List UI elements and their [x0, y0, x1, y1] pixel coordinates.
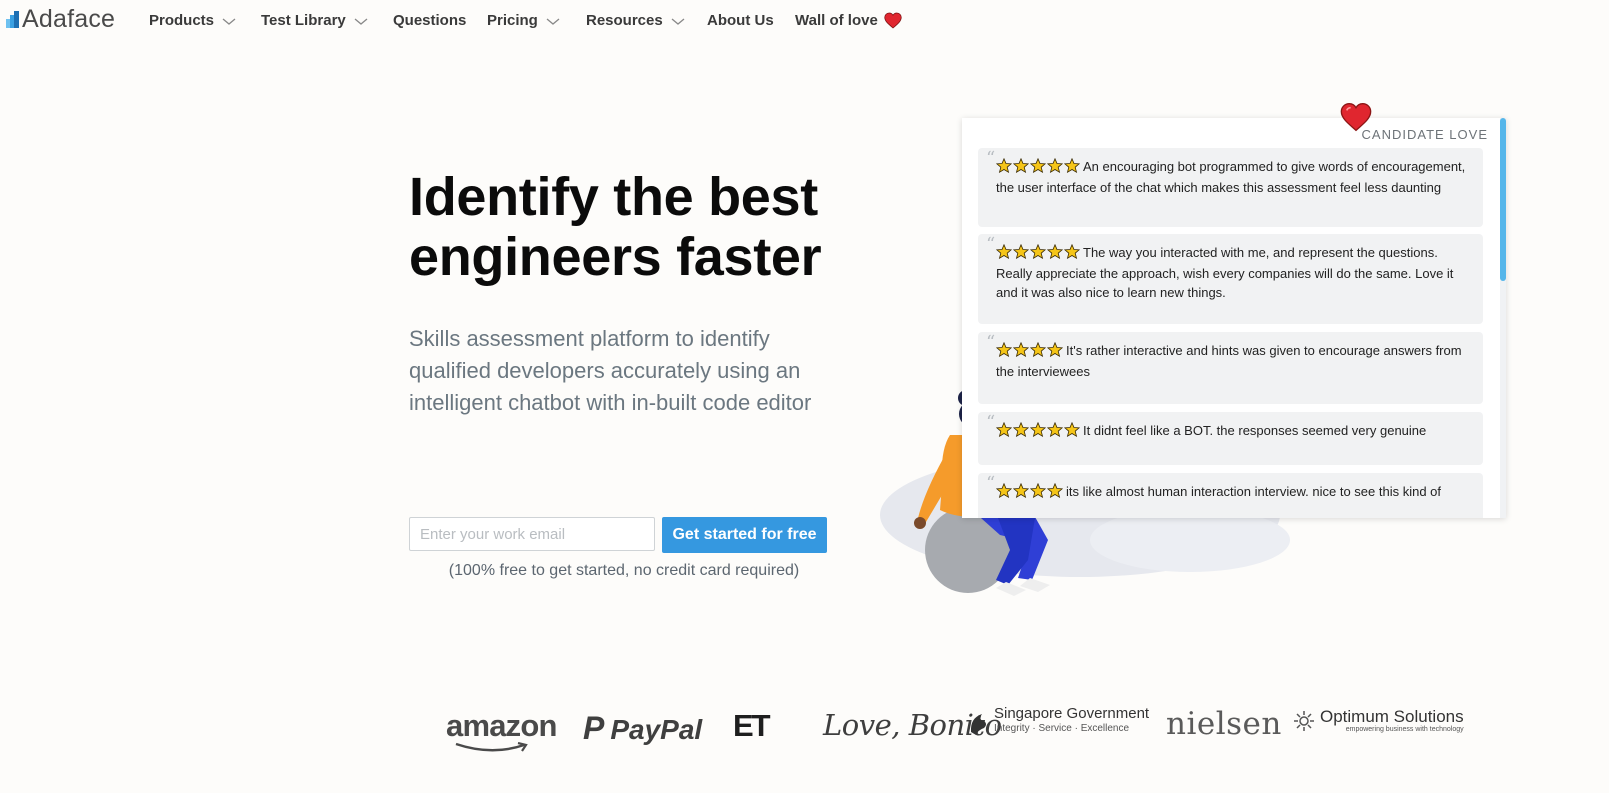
star-icon: [1012, 421, 1030, 438]
quote-icon: “: [986, 412, 996, 433]
hero-title: Identify the best engineers faster: [409, 167, 822, 287]
nav-about-us-label: About Us: [707, 12, 774, 29]
nav-test-library[interactable]: Test Library: [261, 12, 368, 29]
star-icon: [1029, 482, 1047, 499]
scrollbar-thumb[interactable]: [1500, 118, 1506, 281]
hero-subtitle: Skills assessment platform to identify q…: [409, 326, 812, 415]
optimum-name: Optimum Solutions: [1320, 707, 1464, 726]
amazon-logo-text: amazon: [446, 708, 557, 743]
amazon-logo: amazon: [446, 708, 557, 752]
star-icon: [1046, 341, 1064, 358]
star-icon: [1063, 157, 1081, 174]
star-icon: [1012, 341, 1030, 358]
star-icon: [995, 421, 1013, 438]
review-text: It's rather interactive and hints was gi…: [996, 343, 1462, 379]
nav-products-label: Products: [149, 12, 215, 29]
star-icon: [1012, 482, 1030, 499]
nielsen-logo-text: nielsen: [1166, 706, 1282, 742]
star-icon: [1012, 157, 1030, 174]
nav-resources-label: Resources: [586, 12, 663, 29]
adaface-logo[interactable]: Adaface: [6, 4, 116, 33]
star-icon: [995, 482, 1013, 499]
reviews-list[interactable]: “ An encouraging bot programmed to give …: [978, 148, 1483, 518]
heart-icon: [884, 12, 902, 29]
star-icon: [1046, 482, 1064, 499]
chevron-down-icon: [546, 18, 560, 25]
review-card: “ The way you interacted with me, and re…: [978, 234, 1483, 324]
star-icon: [1029, 157, 1047, 174]
nielsen-logo: nielsen: [1166, 706, 1282, 742]
star-icon: [1046, 243, 1064, 260]
star-icon: [1046, 421, 1064, 438]
paypal-logo: P PayPal: [583, 710, 702, 747]
optimum-solutions-logo: Optimum Solutions empowering business wi…: [1293, 708, 1464, 734]
work-email-input[interactable]: [409, 517, 655, 551]
nav-wall-of-love[interactable]: Wall of love: [795, 12, 902, 29]
quote-icon: “: [986, 473, 996, 494]
amazon-smile-icon: [455, 742, 528, 752]
singapore-government-logo: Singapore Government Integrity · Service…: [970, 706, 1149, 735]
review-card: “ its like almost human interaction inte…: [978, 473, 1483, 518]
star-icon: [1029, 421, 1047, 438]
nav-questions[interactable]: Questions: [393, 12, 466, 29]
star-icon: [1012, 243, 1030, 260]
star-icon: [1063, 421, 1081, 438]
et-logo-text: ET: [733, 708, 771, 743]
heart-icon: [1340, 102, 1372, 132]
review-card: “ It's rather interactive and hints was …: [978, 332, 1483, 404]
free-note: (100% free to get started, no credit car…: [448, 562, 800, 579]
chevron-down-icon: [671, 18, 685, 25]
star-icon: [995, 157, 1013, 174]
paypal-logo-text: PayPal: [610, 714, 703, 745]
star-icon: [1046, 157, 1064, 174]
lion-head-icon: [970, 714, 986, 735]
nav-about-us[interactable]: About Us: [707, 12, 774, 29]
nav-resources[interactable]: Resources: [586, 12, 685, 29]
four-star-rating-icon: [995, 341, 1064, 362]
sg-tagline: Integrity · Service · Excellence: [994, 723, 1130, 734]
top-navigation: Adaface Products Test Library Questions …: [0, 0, 1609, 44]
nav-products[interactable]: Products: [149, 12, 236, 29]
chevron-down-icon: [222, 18, 236, 25]
optimum-gear-icon: [1294, 711, 1314, 731]
review-card: “ An encouraging bot programmed to give …: [978, 148, 1483, 227]
quote-icon: “: [986, 234, 996, 255]
four-star-rating-icon: [995, 482, 1064, 503]
review-card: “ It didnt feel like a BOT. the response…: [978, 412, 1483, 465]
reviews-scrollbar[interactable]: [1500, 118, 1506, 518]
optimum-tagline: empowering business with technology: [1345, 726, 1464, 733]
logo-text: Adaface: [22, 4, 116, 33]
star-icon: [995, 341, 1013, 358]
five-star-rating-icon: [995, 157, 1081, 178]
get-started-button[interactable]: Get started for free: [662, 517, 827, 553]
client-logos: amazon P PayPal ET Love, Bonito Singapore…: [440, 700, 1464, 752]
quote-icon: “: [986, 148, 996, 169]
quote-icon: “: [986, 332, 996, 353]
paypal-p-icon: P: [583, 710, 605, 746]
nav-questions-label: Questions: [393, 12, 467, 29]
review-text: its like almost human interaction interv…: [1066, 484, 1442, 499]
candidate-love-label: CANDIDATE LOVE: [1361, 127, 1488, 142]
nav-pricing[interactable]: Pricing: [487, 12, 560, 29]
nav-wall-of-love-label: Wall of love: [795, 12, 878, 29]
testimonials-card: CANDIDATE LOVE “ An encouraging bot prog…: [962, 118, 1506, 518]
star-icon: [1029, 243, 1047, 260]
nav-test-library-label: Test Library: [261, 12, 346, 29]
sg-name: Singapore Government: [994, 705, 1150, 722]
five-star-rating-icon: [995, 421, 1081, 442]
star-icon: [995, 243, 1013, 260]
nav-pricing-label: Pricing: [487, 12, 538, 29]
five-star-rating-icon: [995, 243, 1081, 264]
star-icon: [1063, 243, 1081, 260]
star-icon: [1029, 341, 1047, 358]
adaface-logo-mark: [6, 10, 19, 28]
chevron-down-icon: [354, 18, 368, 25]
review-text: It didnt feel like a BOT. the responses …: [1083, 423, 1427, 438]
et-logo: ET: [733, 708, 771, 744]
